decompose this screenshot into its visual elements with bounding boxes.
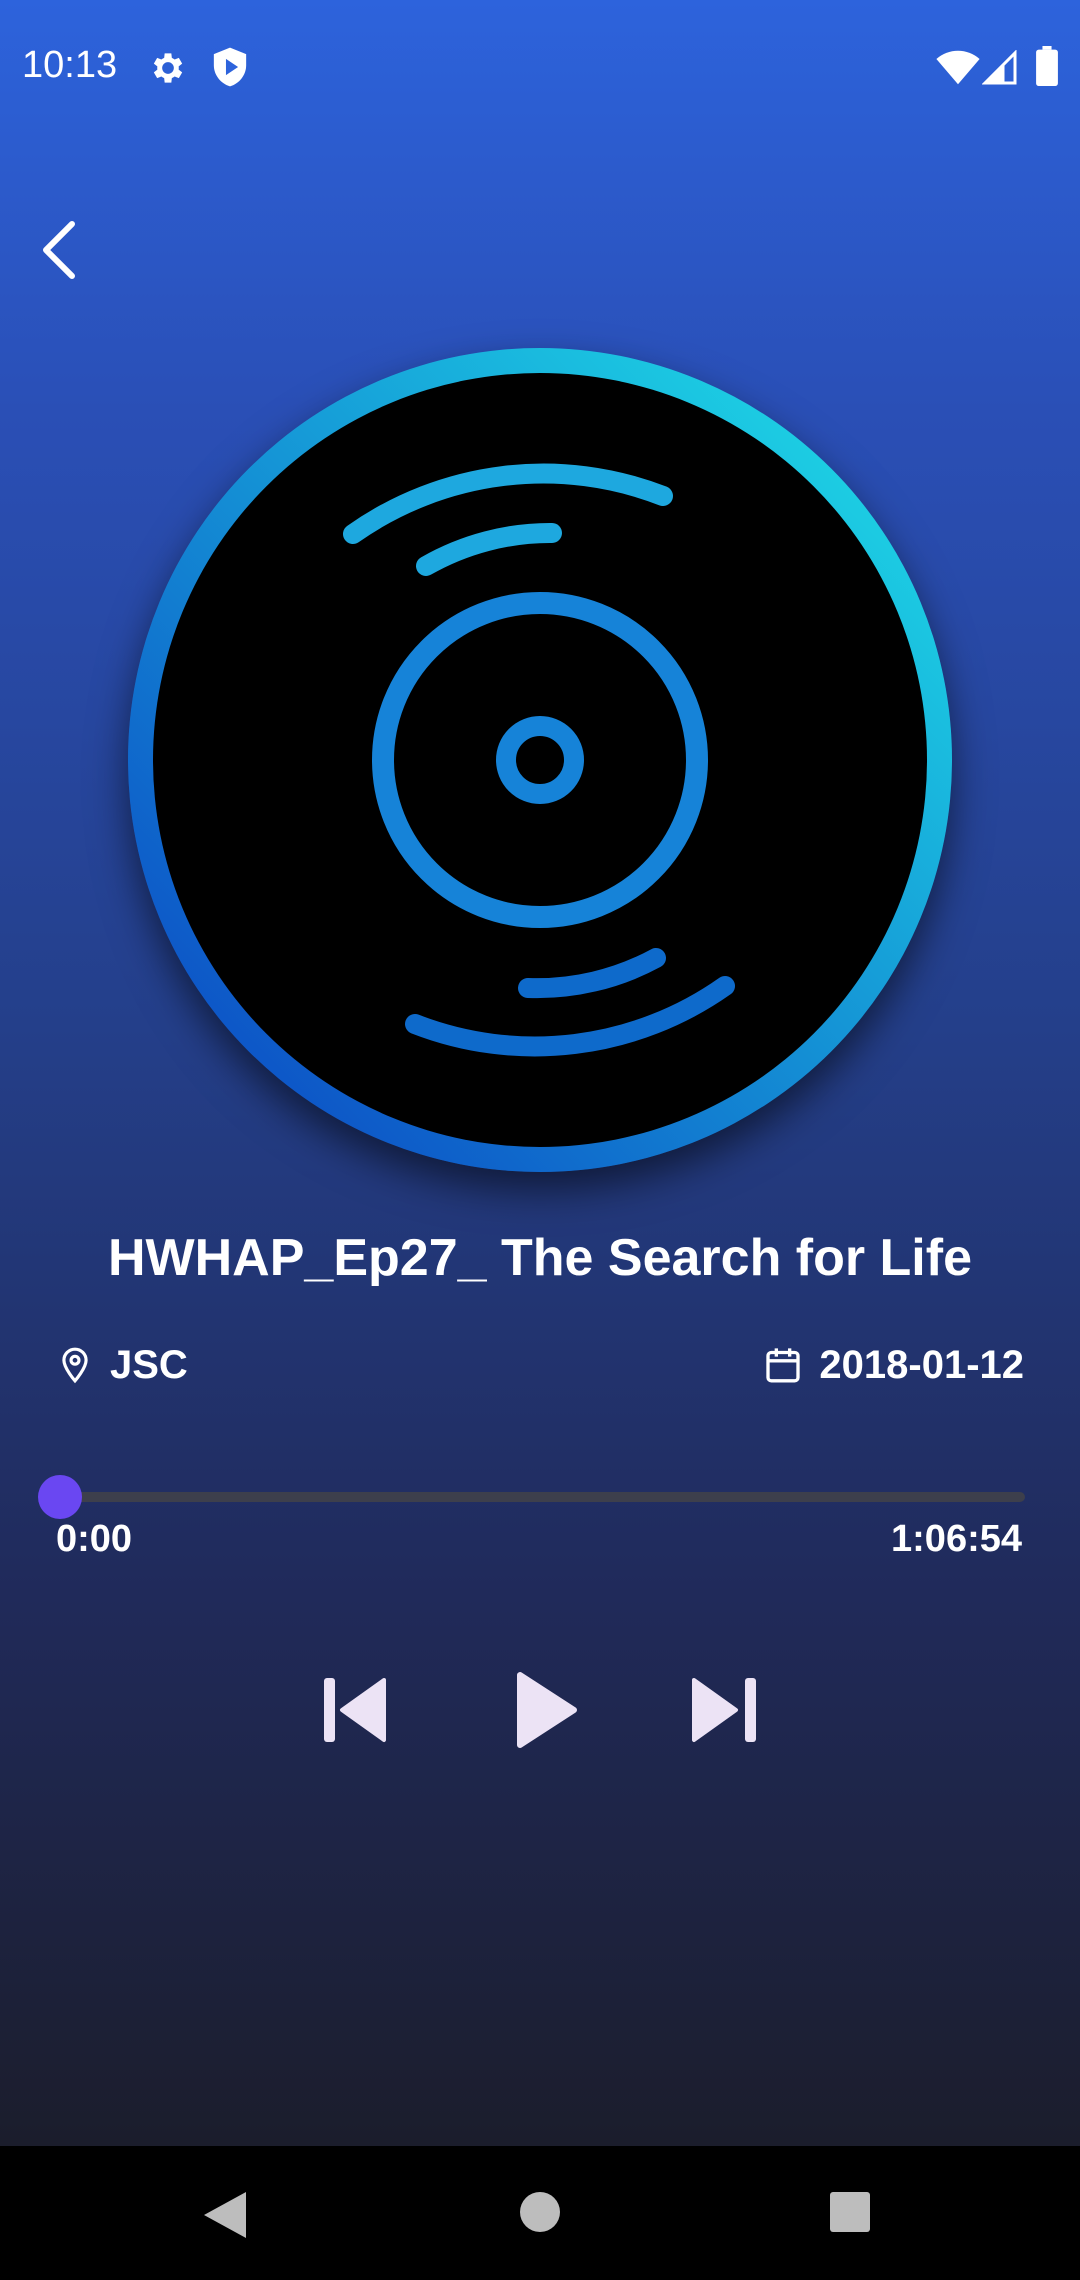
shield-play-icon	[213, 47, 247, 87]
recents-square-icon[interactable]	[828, 2190, 872, 2234]
chevron-left-icon	[43, 221, 75, 279]
album-artwork	[128, 348, 952, 1172]
signal-icon	[982, 50, 1017, 85]
next-button[interactable]	[684, 1670, 768, 1750]
back-button[interactable]	[30, 210, 94, 290]
play-icon	[517, 1672, 577, 1748]
map-pin-icon	[62, 1347, 88, 1384]
skip-next-icon	[692, 1678, 756, 1742]
calendar-icon	[766, 1348, 801, 1383]
previous-button[interactable]	[312, 1670, 396, 1750]
home-circle-icon[interactable]	[518, 2190, 562, 2234]
battery-icon	[1036, 46, 1058, 86]
skip-previous-icon	[324, 1678, 386, 1742]
back-triangle-icon[interactable]	[198, 2188, 250, 2242]
wifi-icon	[936, 50, 980, 85]
vinyl-disc-icon	[128, 348, 952, 1172]
location-label: JSC	[110, 1342, 188, 1387]
progress-slider[interactable]	[38, 1475, 1025, 1519]
system-nav-bar	[0, 2146, 1080, 2280]
progress-thumb[interactable]	[38, 1475, 82, 1519]
episode-title: HWHAP_Ep27_ The Search for Life	[108, 1229, 972, 1287]
status-bar: 10:13	[0, 0, 1080, 130]
play-button[interactable]	[500, 1665, 590, 1755]
status-time: 10:13	[22, 44, 118, 86]
episode-location: JSC	[56, 1340, 188, 1390]
total-time: 1:06:54	[891, 1518, 1022, 1560]
date-label: 2018-01-12	[819, 1342, 1024, 1387]
episode-date: 2018-01-12	[763, 1340, 1024, 1390]
current-time: 0:00	[56, 1518, 133, 1560]
gear-icon	[153, 53, 183, 83]
